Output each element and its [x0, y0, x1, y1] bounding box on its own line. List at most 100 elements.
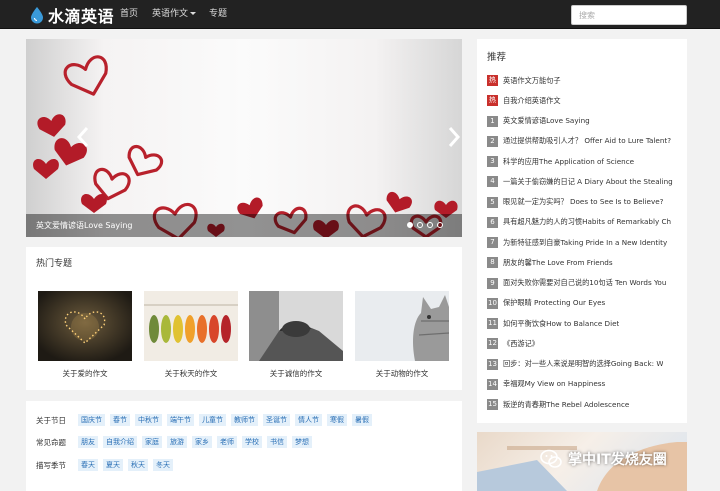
- topic-card-love[interactable]: 关于爱的作文: [38, 291, 132, 378]
- recommend-item[interactable]: 14 幸福观My View on Happiness: [487, 378, 681, 390]
- topic-label[interactable]: 关于诚信的作文: [249, 368, 343, 379]
- tag-link[interactable]: 家庭: [142, 436, 162, 448]
- tag-link[interactable]: 夏天: [103, 459, 123, 471]
- tag-link[interactable]: 教师节: [231, 414, 258, 426]
- tag-link[interactable]: 春天: [78, 459, 98, 471]
- recommend-item-title[interactable]: 为新特征感到自豪Taking Pride In a New Identity: [503, 238, 667, 248]
- tag-link[interactable]: 国庆节: [78, 414, 105, 426]
- recommend-item-title[interactable]: 朋友的馨The Love From Friends: [503, 258, 613, 268]
- tag-link[interactable]: 旅游: [167, 436, 187, 448]
- recommend-item-title[interactable]: 具有超凡魅力的人的习惯Habits of Remarkably Ch: [503, 217, 671, 227]
- recommend-item[interactable]: 5 眼见就一定为实吗？ Does to See Is to Believe?: [487, 196, 681, 208]
- tag-link[interactable]: 老师: [217, 436, 237, 448]
- rank-badge: 6: [487, 216, 498, 228]
- tag-link[interactable]: 朋友: [78, 436, 98, 448]
- topic-card-honesty[interactable]: 关于诚信的作文: [249, 291, 343, 378]
- rank-badge: 5: [487, 196, 498, 208]
- tags-panel: 关于节日 国庆节 春节 中秋节 端午节 儿童节 教师节 圣诞节 情人节 寒假 暑…: [26, 401, 462, 491]
- tag-link[interactable]: 中秋节: [135, 414, 162, 426]
- tag-link[interactable]: 圣诞节: [263, 414, 290, 426]
- topic-label[interactable]: 关于动物的作文: [355, 368, 449, 379]
- nav-topic-link[interactable]: 专题: [209, 0, 227, 29]
- recommend-item-title[interactable]: 通过提供帮助吸引人才？ Offer Aid to Lure Talent?: [503, 136, 671, 146]
- rank-badge: 8: [487, 257, 498, 269]
- rank-badge: 9: [487, 277, 498, 289]
- handshake-image[interactable]: [249, 291, 343, 361]
- recommend-item[interactable]: 7 为新特征感到自豪Taking Pride In a New Identity: [487, 237, 681, 248]
- hero-carousel[interactable]: 英文爱情谚语Love Saying: [26, 39, 462, 237]
- nav-essay-dropdown[interactable]: 英语作文: [152, 0, 197, 29]
- carousel-dot[interactable]: [437, 222, 443, 228]
- recommend-item-title[interactable]: 保护眼睛 Protecting Our Eyes: [503, 298, 605, 308]
- topic-label[interactable]: 关于秋天的作文: [144, 368, 238, 379]
- recommend-item[interactable]: 12 《西游记》: [487, 338, 681, 350]
- tag-link[interactable]: 家乡: [192, 436, 212, 448]
- recommend-item[interactable]: 热英语作文万能句子: [487, 75, 681, 86]
- tag-link[interactable]: 自我介绍: [103, 436, 137, 448]
- heart-lights-image[interactable]: [38, 291, 132, 361]
- recommend-item[interactable]: 13 回步：对一些人来说是明智的选择Going Back: W: [487, 358, 681, 370]
- tag-link[interactable]: 寒假: [327, 414, 347, 426]
- carousel-dot[interactable]: [427, 222, 433, 228]
- recommend-item-title[interactable]: 科学的应用The Application of Science: [503, 157, 634, 167]
- recommend-item-title[interactable]: 一篇关于偷窃嫌的日记 A Diary About the Stealing: [503, 177, 673, 187]
- recommend-item-title[interactable]: 回步：对一些人来说是明智的选择Going Back: W: [503, 359, 663, 369]
- recommend-item[interactable]: 10 保护眼睛 Protecting Our Eyes: [487, 297, 681, 309]
- hot-badge: 热: [487, 75, 498, 86]
- recommend-item[interactable]: 6 具有超凡魅力的人的习惯Habits of Remarkably Ch: [487, 216, 681, 228]
- recommend-item[interactable]: 热自我介绍英语作文: [487, 95, 681, 107]
- recommend-item-title[interactable]: 面对失败你需要对自己说的10句话 Ten Words You: [503, 278, 666, 288]
- recommend-item-title[interactable]: 眼见就一定为实吗？ Does to See Is to Believe?: [503, 197, 663, 207]
- recommend-item[interactable]: 1 英文爱情谚语Love Saying: [487, 115, 681, 127]
- recommend-item[interactable]: 15 叛逆的青春期The Rebel Adolescence: [487, 399, 681, 410]
- tag-link[interactable]: 暑假: [352, 414, 372, 426]
- recommend-item[interactable]: 9 面对失败你需要对自己说的10句话 Ten Words You: [487, 277, 681, 289]
- carousel-next-icon[interactable]: [445, 125, 462, 149]
- topic-card-animal[interactable]: 关于动物的作文: [355, 291, 449, 378]
- tag-link[interactable]: 学校: [242, 436, 262, 448]
- carousel-dot[interactable]: [407, 222, 413, 228]
- recommend-item-title[interactable]: 如何平衡饮食How to Balance Diet: [503, 319, 619, 329]
- search-input[interactable]: [571, 5, 687, 25]
- tag-row: 常见命题 朋友 自我介绍 家庭 旅游 家乡 老师 学校 书信 梦想: [36, 435, 317, 449]
- nav-essay-label: 英语作文: [152, 9, 189, 19]
- autumn-leaves-image[interactable]: [144, 291, 238, 361]
- recommend-item-title[interactable]: 自我介绍英语作文: [503, 96, 561, 106]
- recommend-item[interactable]: 8 朋友的馨The Love From Friends: [487, 257, 681, 269]
- top-navbar: 水滴英语 首页 英语作文 专题: [0, 0, 720, 29]
- recommend-item-title[interactable]: 幸福观My View on Happiness: [503, 379, 605, 389]
- recommend-item[interactable]: 3 科学的应用The Application of Science: [487, 156, 681, 167]
- recommend-item[interactable]: 11 如何平衡饮食How to Balance Diet: [487, 318, 681, 329]
- tag-link[interactable]: 书信: [267, 436, 287, 448]
- tag-link[interactable]: 儿童节: [199, 414, 226, 426]
- watermark: 掌中IT发烧友圈: [540, 448, 667, 470]
- recommend-item[interactable]: 2 通过提供帮助吸引人才？ Offer Aid to Lure Talent?: [487, 135, 681, 147]
- topic-label[interactable]: 关于爱的作文: [38, 368, 132, 379]
- cat-image[interactable]: [355, 291, 449, 361]
- carousel-prev-icon[interactable]: [74, 125, 92, 149]
- carousel-dot[interactable]: [417, 222, 423, 228]
- recommend-item[interactable]: 4 一篇关于偷窃嫌的日记 A Diary About the Stealing: [487, 176, 681, 188]
- tag-link[interactable]: 春节: [110, 414, 130, 426]
- tag-link[interactable]: 端午节: [167, 414, 194, 426]
- tag-link[interactable]: 秋天: [128, 459, 148, 471]
- water-drop-icon: [31, 7, 43, 24]
- tag-link[interactable]: 梦想: [292, 436, 312, 448]
- recommend-item-title[interactable]: 英文爱情谚语Love Saying: [503, 116, 590, 126]
- tag-row-heading: 关于节日: [36, 415, 66, 425]
- rank-badge: 13: [487, 358, 498, 370]
- watermark-text: 掌中IT发烧友圈: [568, 452, 667, 468]
- tag-link[interactable]: 冬天: [153, 459, 173, 471]
- recommend-item-title[interactable]: 英语作文万能句子: [503, 76, 561, 86]
- nav-home-link[interactable]: 首页: [120, 0, 138, 29]
- brand-logo[interactable]: 水滴英语: [30, 4, 114, 26]
- carousel-caption[interactable]: 英文爱情谚语Love Saying: [36, 214, 133, 237]
- topic-card-autumn[interactable]: 关于秋天的作文: [144, 291, 238, 378]
- rank-badge: 14: [487, 378, 498, 390]
- recommend-panel: 推荐 热英语作文万能句子热自我介绍英语作文 1 英文爱情谚语Love Saying 2…: [477, 39, 687, 423]
- recommend-item-title[interactable]: 《西游记》: [503, 339, 539, 349]
- hot-topics-panel: 热门专题 关于爱的作文 关于秋天的作文 关于诚信的作文 关于动物的作文: [26, 247, 462, 390]
- tag-link[interactable]: 情人节: [295, 414, 322, 426]
- rank-badge: 11: [487, 318, 498, 329]
- recommend-item-title[interactable]: 叛逆的青春期The Rebel Adolescence: [503, 400, 629, 410]
